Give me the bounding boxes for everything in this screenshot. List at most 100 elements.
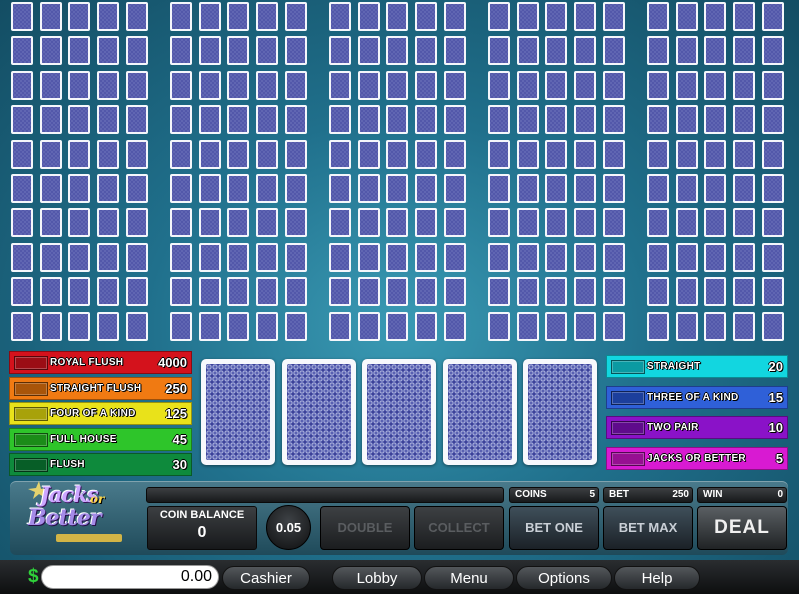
mini-card: [733, 105, 756, 135]
paytable-hand-name: JACKS OR BETTER: [647, 453, 746, 465]
paytable-swatch: [14, 458, 48, 472]
mini-card: [386, 311, 409, 341]
mini-card: [39, 2, 62, 31]
mini-card: [704, 208, 727, 238]
mini-card: [761, 2, 784, 31]
bet-max-button[interactable]: BET MAX: [603, 506, 693, 550]
mini-card: [329, 311, 351, 341]
paytable-payout: 30: [172, 457, 187, 472]
deal-button[interactable]: DEAL: [697, 506, 787, 550]
mini-card: [733, 208, 756, 238]
mini-card: [11, 139, 33, 169]
mini-card: [357, 139, 380, 169]
mini-card: [733, 139, 756, 169]
card-1[interactable]: [201, 359, 275, 465]
mini-card: [415, 139, 438, 169]
mini-card: [602, 242, 625, 272]
paytable-swatch: [611, 421, 645, 436]
mini-card: [647, 139, 669, 169]
mini-card: [256, 105, 279, 135]
mini-card: [170, 70, 192, 100]
paytable-hand-name: ROYAL FLUSH: [50, 357, 124, 368]
options-button[interactable]: Options: [516, 566, 612, 590]
mini-card: [733, 36, 756, 66]
paytable-swatch: [611, 390, 645, 405]
mini-card: [647, 36, 669, 66]
mini-card: [675, 277, 698, 307]
mini-card: [125, 2, 148, 31]
mini-card: [11, 105, 33, 135]
mini-card: [329, 277, 351, 307]
mini-card: [761, 139, 784, 169]
mini-card: [704, 36, 727, 66]
mini-card: [256, 174, 279, 203]
mini-card: [256, 208, 279, 238]
paytable-row: FOUR OF A KIND 125: [9, 402, 192, 425]
paytable-row: FLUSH 30: [9, 453, 192, 476]
mini-card: [386, 70, 409, 100]
mini-card: [602, 2, 625, 31]
mini-card: [704, 2, 727, 31]
mini-card: [647, 70, 669, 100]
mini-card: [704, 139, 727, 169]
mini-card: [415, 70, 438, 100]
paytable-row: STRAIGHT FLUSH 250: [9, 376, 192, 400]
mini-card: [386, 2, 409, 31]
mini-card: [170, 242, 192, 272]
mini-card: [675, 208, 698, 238]
mini-card: [68, 277, 91, 307]
card-4[interactable]: [443, 359, 517, 465]
mini-card: [97, 242, 120, 272]
mini-card: [198, 277, 221, 307]
mini-card: [170, 208, 192, 238]
mini-card: [227, 105, 250, 135]
mini-card: [284, 277, 307, 307]
card-5[interactable]: [523, 359, 597, 465]
bet-one-button[interactable]: BET ONE: [509, 506, 599, 550]
mini-card: [11, 311, 33, 341]
mini-card: [516, 139, 539, 169]
mini-card: [198, 311, 221, 341]
mini-card: [170, 105, 192, 135]
mini-card: [675, 311, 698, 341]
mini-card: [386, 36, 409, 66]
collect-button[interactable]: COLLECT: [414, 506, 504, 550]
mini-card: [443, 36, 466, 66]
mini-card: [125, 277, 148, 307]
mini-card: [357, 174, 380, 203]
mini-card: [488, 36, 510, 66]
lobby-button[interactable]: Lobby: [332, 566, 422, 590]
mini-card: [227, 36, 250, 66]
coin-balance-label: COIN BALANCE: [159, 509, 245, 521]
mini-card: [227, 70, 250, 100]
paytable-row: STRAIGHT 20: [606, 355, 788, 378]
card-2[interactable]: [282, 359, 356, 465]
mini-card: [170, 139, 192, 169]
mini-card: [516, 36, 539, 66]
mini-card: [488, 242, 510, 272]
double-button[interactable]: DOUBLE: [320, 506, 410, 550]
mini-card: [415, 208, 438, 238]
help-button[interactable]: Help: [614, 566, 700, 590]
cashier-button[interactable]: Cashier: [222, 566, 310, 590]
mini-card: [545, 242, 568, 272]
coin-value-text: 0.05: [275, 520, 302, 535]
coin-value-button[interactable]: 0.05: [266, 505, 311, 550]
balance-field: 0.00: [41, 565, 219, 589]
mini-card: [68, 105, 91, 135]
mini-card: [647, 174, 669, 203]
mini-card: [329, 105, 351, 135]
mini-card: [761, 242, 784, 272]
mini-card: [170, 174, 192, 203]
mini-card: [39, 208, 62, 238]
paytable-swatch: [611, 452, 645, 467]
paytable-hand-name: TWO PAIR: [647, 422, 699, 434]
mini-card: [227, 174, 250, 203]
mini-card: [733, 242, 756, 272]
mini-card: [97, 105, 120, 135]
mini-card: [329, 70, 351, 100]
menu-button[interactable]: Menu: [424, 566, 514, 590]
card-3[interactable]: [362, 359, 436, 465]
mini-card: [574, 36, 597, 66]
mini-card: [443, 70, 466, 100]
